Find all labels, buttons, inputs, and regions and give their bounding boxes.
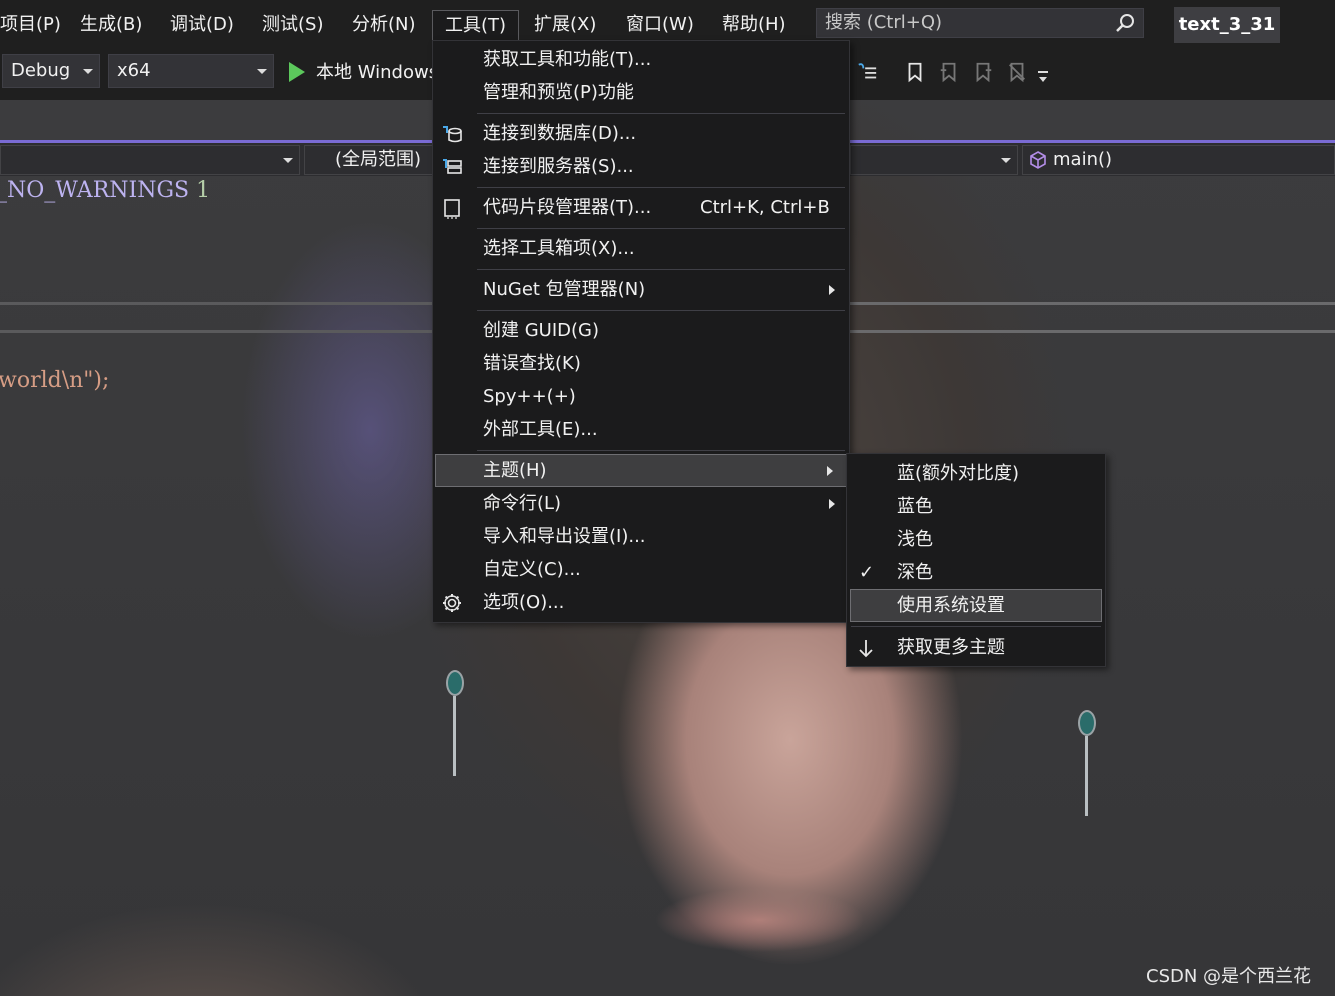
earring-left [446, 670, 464, 790]
menu-window[interactable]: 窗口(W) [614, 10, 706, 42]
editor-separator [0, 330, 432, 333]
chevron-down-icon [83, 69, 93, 74]
bookmark-next-icon[interactable] [972, 60, 994, 84]
code-string: world\n"); [0, 368, 110, 393]
search-icon [1116, 14, 1134, 32]
bookmark-clear-icon[interactable] [1006, 60, 1028, 84]
menu-item-command-line[interactable]: 命令行(L) [433, 487, 849, 520]
menu-item-external-tools[interactable]: 外部工具(E)... [433, 413, 849, 446]
member-label: main() [1053, 149, 1113, 170]
download-arrow-icon [859, 640, 873, 658]
menu-item-import-export[interactable]: 导入和导出设置(I)... [433, 520, 849, 553]
database-connect-icon [443, 126, 462, 143]
platform-value: x64 [117, 60, 151, 81]
configuration-value: Debug [11, 60, 71, 81]
snippet-icon [444, 199, 460, 219]
menu-project[interactable]: 项目(P) [0, 10, 73, 42]
submenu-arrow-icon [827, 466, 833, 476]
menu-separator [477, 450, 845, 451]
editor-separator [0, 302, 432, 305]
menu-analyze[interactable]: 分析(N) [340, 10, 428, 42]
chevron-down-icon [1001, 158, 1011, 163]
checkmark-icon: ✓ [859, 562, 875, 583]
theme-item-get-more[interactable]: 获取更多主题 [847, 631, 1105, 664]
menu-item-theme[interactable]: 主题(H) [435, 454, 847, 487]
menu-separator [477, 187, 845, 188]
menu-item-customize[interactable]: 自定义(C)... [433, 553, 849, 586]
menu-item-nuget[interactable]: NuGet 包管理器(N) [433, 273, 849, 306]
menu-item-connect-server[interactable]: 连接到服务器(S)... [433, 150, 849, 183]
search-placeholder: 搜索 (Ctrl+Q) [825, 12, 943, 33]
editor-separator [850, 302, 1335, 305]
menu-separator [477, 228, 845, 229]
configuration-select[interactable]: Debug [2, 54, 100, 88]
bookmark-icon[interactable] [904, 60, 926, 84]
menu-test[interactable]: 测试(S) [250, 10, 335, 42]
theme-item-system[interactable]: 使用系统设置 [850, 589, 1102, 622]
project-name-badge[interactable]: text_3_31 [1174, 7, 1280, 43]
menu-item-connect-database[interactable]: 连接到数据库(D)... [433, 117, 849, 150]
gear-icon [443, 594, 461, 612]
menu-item-create-guid[interactable]: 创建 GUID(G) [433, 314, 849, 347]
watermark: CSDN @是个西兰花 [1146, 966, 1312, 987]
project-scope-select[interactable] [0, 145, 300, 175]
start-debug-icon[interactable] [289, 62, 305, 82]
menu-tools[interactable]: 工具(T) [432, 10, 520, 42]
menu-item-spy[interactable]: Spy++(+) [433, 380, 849, 413]
platform-select[interactable]: x64 [108, 54, 274, 88]
submenu-arrow-icon [829, 499, 835, 509]
code-line-define[interactable]: _NO_WARNINGS 1 [0, 178, 210, 203]
chevron-down-icon [283, 158, 293, 163]
menu-separator [851, 626, 1101, 627]
menu-item-snippet-manager[interactable]: 代码片段管理器(T)... Ctrl+K, Ctrl+B [433, 191, 849, 224]
start-debug-label[interactable]: 本地 Windows 调试器 [316, 58, 432, 84]
menu-item-manage-preview[interactable]: 管理和预览(P)功能 [433, 76, 849, 109]
method-cube-icon [1030, 151, 1046, 169]
code-number: 1 [196, 178, 211, 203]
theme-submenu: 蓝(额外对比度) 蓝色 浅色 ✓ 深色 使用系统设置 获取更多主题 [846, 453, 1106, 667]
menu-item-error-lookup[interactable]: 错误查找(K) [433, 347, 849, 380]
menu-item-choose-toolbox[interactable]: 选择工具箱项(X)... [433, 232, 849, 265]
menu-extensions[interactable]: 扩展(X) [522, 10, 608, 42]
tools-menu: 获取工具和功能(T)... 管理和预览(P)功能 连接到数据库(D)... 连接… [432, 40, 850, 623]
member-select[interactable]: main() [1022, 145, 1335, 175]
menu-build[interactable]: 生成(B) [68, 10, 154, 42]
theme-item-blue[interactable]: 蓝色 [847, 490, 1105, 523]
earring-right [1078, 710, 1096, 830]
toolbar-overflow-icon[interactable] [1036, 68, 1050, 84]
code-macro: _NO_WARNINGS [0, 178, 190, 203]
chevron-down-icon [257, 69, 267, 74]
menu-item-options[interactable]: 选项(O)... [433, 586, 849, 619]
snippet-shortcut: Ctrl+K, Ctrl+B [700, 197, 830, 218]
global-scope-select[interactable]: (全局范围) [304, 145, 434, 175]
menu-separator [477, 269, 845, 270]
scope-dropdown[interactable] [850, 145, 1018, 175]
menu-debug[interactable]: 调试(D) [158, 10, 246, 42]
comment-lines-icon[interactable] [856, 60, 878, 84]
search-box[interactable]: 搜索 (Ctrl+Q) [816, 8, 1144, 38]
submenu-arrow-icon [829, 285, 835, 295]
global-scope-label: (全局范围) [335, 149, 422, 170]
menu-separator [477, 310, 845, 311]
menu-help[interactable]: 帮助(H) [710, 10, 798, 42]
theme-item-dark[interactable]: ✓ 深色 [847, 556, 1105, 589]
editor-separator [850, 330, 1335, 333]
code-line-printf[interactable]: world\n"); [0, 368, 109, 393]
theme-item-blue-contrast[interactable]: 蓝(额外对比度) [847, 457, 1105, 490]
theme-item-light[interactable]: 浅色 [847, 523, 1105, 556]
bookmark-prev-icon[interactable] [938, 60, 960, 84]
server-connect-icon [443, 159, 462, 174]
menu-item-get-tools[interactable]: 获取工具和功能(T)... [433, 43, 849, 76]
menu-separator [477, 113, 845, 114]
